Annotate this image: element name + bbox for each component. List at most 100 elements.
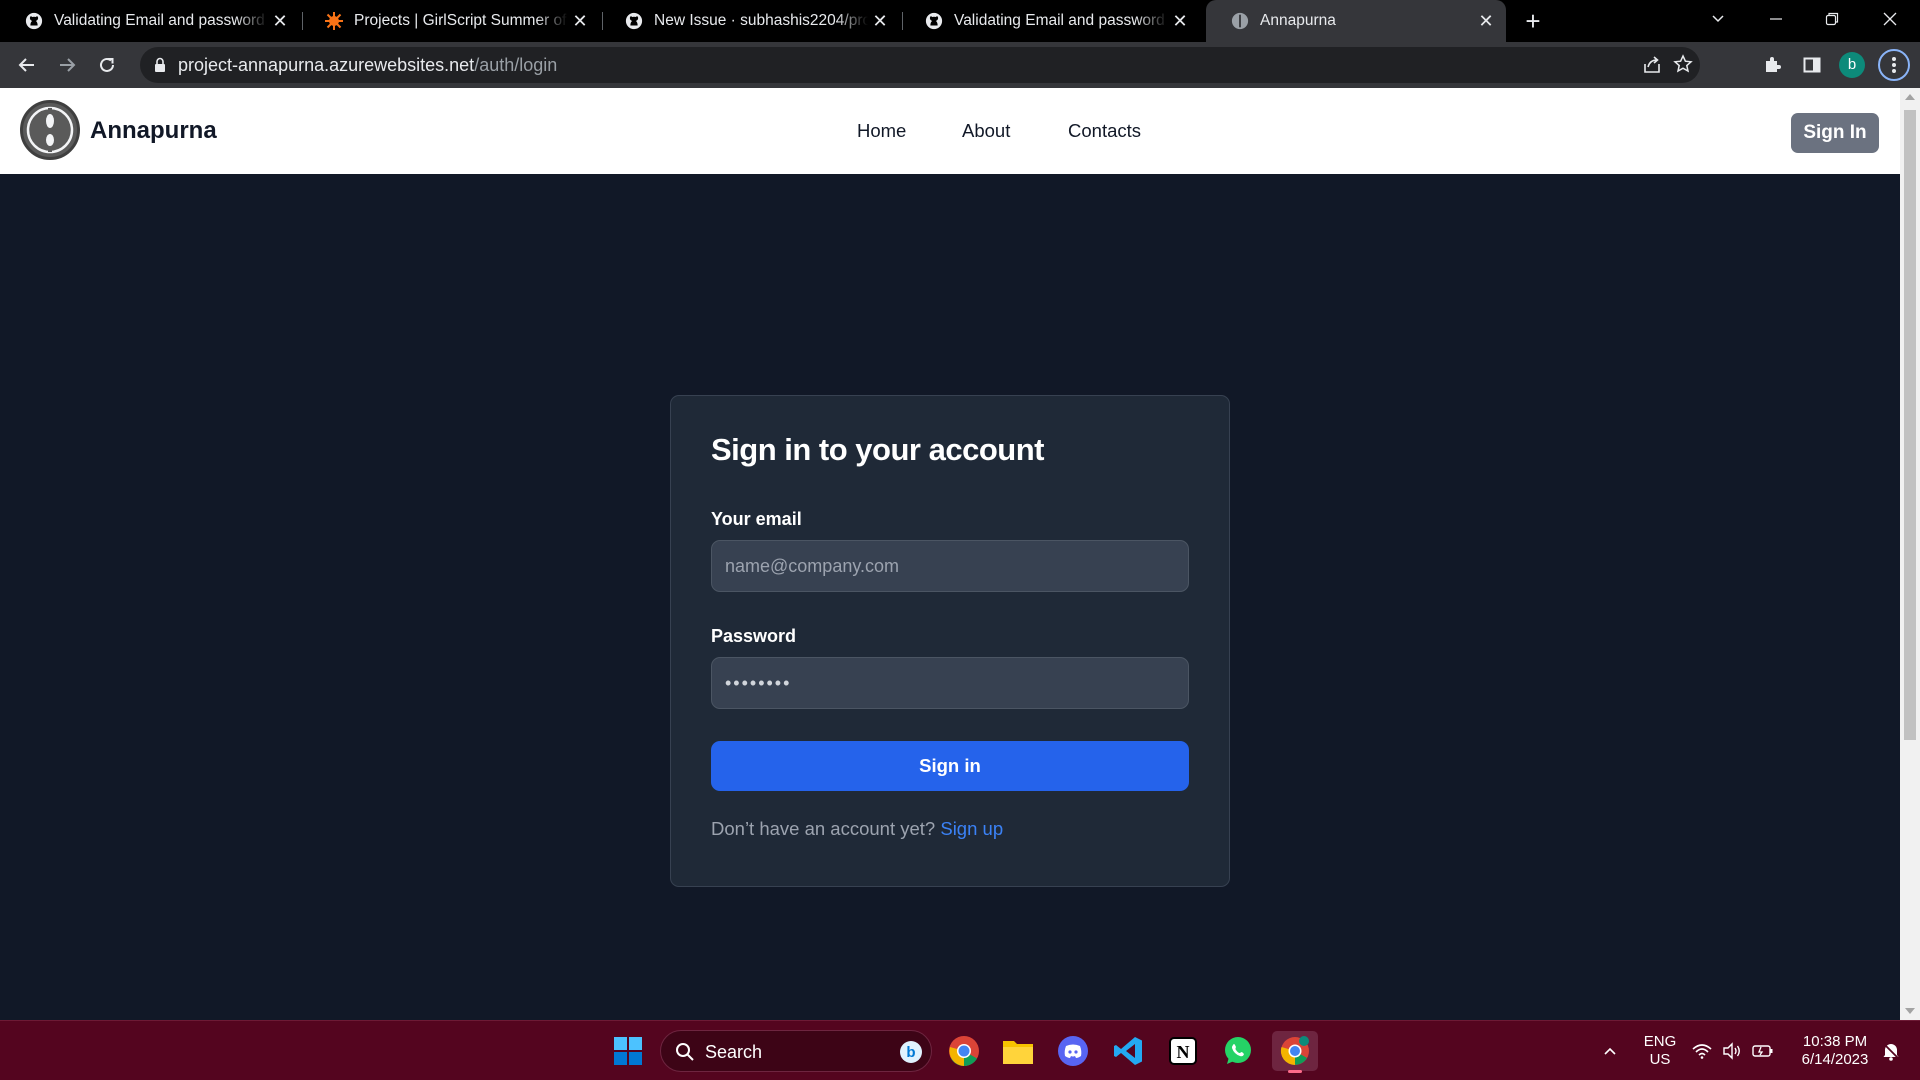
svg-text:b: b	[906, 1044, 915, 1061]
close-icon[interactable]: ✕	[268, 9, 292, 33]
tab-title: Validating Email and password · Issue	[54, 12, 268, 29]
sign-in-button[interactable]: Sign in	[711, 741, 1189, 791]
language-indicator[interactable]: ENG US	[1642, 1033, 1678, 1069]
chevron-up-icon	[1604, 1047, 1616, 1055]
battery-icon	[1752, 1045, 1773, 1057]
start-button[interactable]	[608, 1031, 648, 1071]
language-code: ENG	[1643, 1033, 1677, 1050]
wifi-icon	[1692, 1044, 1712, 1059]
discord-icon[interactable]	[1053, 1031, 1093, 1071]
arrow-left-icon	[18, 58, 34, 72]
signup-link[interactable]: Sign up	[940, 818, 1003, 839]
taskbar-search-label: Search	[705, 1042, 763, 1062]
close-icon	[1883, 12, 1897, 26]
windows-icon	[614, 1037, 642, 1065]
svg-text:N: N	[1177, 1042, 1190, 1062]
browser-tab[interactable]: Validating Email and password · Issue ✕	[0, 0, 300, 42]
close-icon[interactable]: ✕	[568, 9, 592, 33]
side-panel-button[interactable]	[1796, 49, 1828, 81]
chrome-profile-taskbar-icon[interactable]	[1272, 1031, 1318, 1073]
chrome-menu-button[interactable]	[1878, 49, 1910, 81]
minimize-button[interactable]	[1748, 0, 1804, 38]
scrollbar-thumb[interactable]	[1904, 110, 1916, 740]
clock-date: 6/14/2023	[1801, 1051, 1869, 1068]
github-icon	[924, 11, 944, 31]
browser-tab[interactable]: Validating Email and password · Issue ✕	[900, 0, 1200, 42]
header-signin-button[interactable]: Sign In	[1791, 113, 1879, 153]
bell-icon	[1883, 1043, 1899, 1061]
lock-icon	[153, 57, 167, 78]
minimize-icon	[1770, 18, 1782, 20]
url-host: project-annapurna.azurewebsites.net	[178, 55, 475, 75]
tab-title: Annapurna	[1260, 12, 1336, 29]
tab-title: New Issue · subhashis2204/project-annapu…	[654, 12, 868, 29]
new-tab-button[interactable]: +	[1518, 6, 1548, 36]
close-window-button[interactable]	[1862, 0, 1918, 38]
volume-icon	[1723, 1042, 1740, 1060]
password-label: Password	[711, 626, 797, 646]
page-viewport: Annapurna Home About Contacts Sign In Si…	[0, 88, 1900, 1020]
search-icon	[675, 1042, 695, 1067]
more-vertical-icon	[1892, 57, 1896, 73]
email-label: Your email	[711, 509, 802, 529]
vscode-icon[interactable]	[1108, 1031, 1148, 1071]
file-explorer-icon[interactable]	[998, 1031, 1038, 1071]
site-brand[interactable]: Annapurna	[90, 88, 217, 174]
side-panel-icon	[1803, 57, 1821, 73]
tab-title: Projects | GirlScript Summer of Code	[354, 12, 568, 29]
tab-search-button[interactable]	[1690, 0, 1746, 38]
star-icon[interactable]	[1673, 54, 1693, 79]
email-field[interactable]	[711, 540, 1189, 592]
url-text: project-annapurna.azurewebsites.net/auth…	[178, 47, 557, 83]
login-card: Sign in to your account Your email Passw…	[670, 395, 1230, 887]
region-code: US	[1649, 1051, 1671, 1068]
notifications-button[interactable]	[1876, 1031, 1906, 1071]
scroll-up-icon[interactable]	[1905, 94, 1915, 100]
puzzle-icon	[1766, 57, 1781, 72]
system-tray-status[interactable]	[1688, 1031, 1778, 1071]
clock-time: 10:38 PM	[1802, 1033, 1868, 1050]
scrollbar[interactable]	[1900, 88, 1920, 1020]
reload-button[interactable]	[91, 49, 123, 81]
show-hidden-icons-button[interactable]	[1590, 1031, 1630, 1071]
restore-icon	[1825, 12, 1839, 26]
url-path: /auth/login	[474, 55, 558, 75]
close-icon[interactable]: ✕	[868, 9, 892, 33]
windows-taskbar: Search b N ENG US 10:38 PM 6/14/2023	[0, 1020, 1920, 1080]
restore-button[interactable]	[1804, 0, 1860, 38]
forward-button[interactable]	[51, 49, 83, 81]
browser-tab[interactable]: Projects | GirlScript Summer of Code ✕	[300, 0, 600, 42]
nav-contacts[interactable]: Contacts	[1068, 88, 1141, 174]
nav-home[interactable]: Home	[857, 88, 906, 174]
notion-icon[interactable]: N	[1163, 1031, 1203, 1071]
taskbar-search[interactable]: Search b	[660, 1030, 932, 1072]
reload-icon	[100, 57, 114, 72]
whatsapp-icon[interactable]	[1218, 1031, 1258, 1071]
github-icon	[24, 11, 44, 31]
browser-tab-strip: Validating Email and password · Issue ✕ …	[0, 0, 1920, 42]
logo[interactable]	[20, 100, 80, 160]
arrow-right-icon	[60, 58, 76, 72]
scroll-down-icon[interactable]	[1905, 1008, 1915, 1014]
annapurna-logo-icon	[26, 106, 74, 154]
clock[interactable]: 10:38 PM 6/14/2023	[1788, 1033, 1882, 1069]
browser-tab[interactable]: New Issue · subhashis2204/project-annapu…	[600, 0, 900, 42]
signup-prompt-line: Don’t have an account yet? Sign up	[711, 818, 1003, 840]
browser-tab-active[interactable]: Annapurna ✕	[1206, 0, 1506, 42]
profile-button[interactable]: b	[1836, 49, 1868, 81]
chevron-down-icon	[1712, 15, 1724, 23]
login-title: Sign in to your account	[711, 432, 1044, 467]
share-icon[interactable]	[1642, 55, 1662, 80]
bing-icon[interactable]: b	[899, 1040, 923, 1069]
nav-about[interactable]: About	[962, 88, 1010, 174]
signup-prompt: Don’t have an account yet?	[711, 818, 936, 839]
password-field[interactable]: ••••••••	[711, 657, 1189, 709]
extensions-button[interactable]	[1756, 49, 1788, 81]
close-icon[interactable]: ✕	[1474, 9, 1498, 33]
address-bar[interactable]: project-annapurna.azurewebsites.net/auth…	[140, 47, 1700, 83]
chrome-taskbar-icon[interactable]	[944, 1031, 984, 1071]
gssoc-icon	[324, 11, 344, 31]
avatar: b	[1839, 52, 1865, 78]
close-icon[interactable]: ✕	[1168, 9, 1192, 33]
back-button[interactable]	[11, 49, 43, 81]
